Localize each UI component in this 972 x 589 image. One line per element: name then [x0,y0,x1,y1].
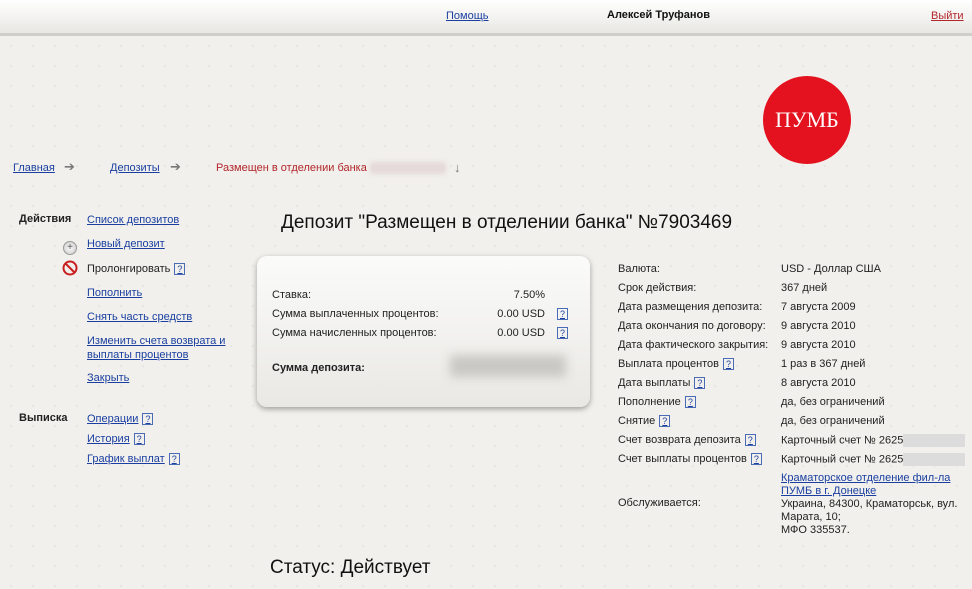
served-label: Обслуживается: [618,497,701,509]
help-icon[interactable]: ? [744,434,756,446]
change-accounts-link[interactable]: Изменить счета возврата и выплаты процен… [87,334,232,362]
help-icon[interactable]: ? [557,327,569,339]
arrow-down-icon[interactable]: ↓ [454,160,461,175]
operations-link[interactable]: Операции [87,413,138,425]
term-value: 367 дней [781,282,828,294]
return-account-value: Карточный счет № 2625 [781,434,966,447]
rate-label: Ставка: [272,289,312,301]
payout-date-item: Дата выплаты? [618,377,706,389]
arrow-right-icon: ➔ [170,159,181,174]
branch-mfo: МФО 335537. [781,524,850,536]
schedule-link[interactable]: График выплат [87,453,165,465]
deposit-status: Статус: Действует [270,557,431,578]
end-date-value: 9 августа 2010 [781,320,856,332]
actions-heading: Действия [19,213,72,225]
prolong-label: Пролонгировать [87,263,171,275]
prohibited-icon [62,260,78,276]
prolong-item: Пролонгировать? [87,262,186,276]
topup-label: Пополнение [618,396,681,408]
interest-account-item: Счет выплаты процентов? [618,453,762,465]
help-icon[interactable]: ? [168,453,180,465]
bank-logo: ПУМБ [763,76,851,164]
deposit-sum-masked [450,355,566,377]
withdraw-label: Снятие [618,415,656,427]
masked-account [903,434,966,447]
breadcrumb-home[interactable]: Главная [13,162,55,174]
new-deposit-link[interactable]: Новый депозит [87,237,165,251]
masked-account [903,453,966,466]
payout-label: Выплата процентов [618,358,720,370]
closed-date-label: Дата фактического закрытия: [618,339,769,351]
close-deposit-link[interactable]: Закрыть [87,371,129,385]
paid-interest-label: Сумма выплаченных процентов: [272,308,439,320]
currency-label: Валюта: [618,263,660,275]
branch-info: Краматорское отделение фил-ла ПУМБ в г. … [781,472,971,537]
return-account-item: Счет возврата депозита? [618,434,756,446]
deposit-sum-label: Сумма депозита: [272,362,365,374]
payout-value: 1 раз в 367 дней [781,358,866,370]
masked-account [369,162,446,175]
withdraw-link[interactable]: Снять часть средств [87,310,192,324]
term-label: Срок действия: [618,282,697,294]
page-title: Депозит "Размещен в отделении банка" №79… [281,212,733,233]
paid-interest-value: 0.00 USD [497,308,545,320]
help-icon[interactable]: ? [659,415,671,427]
help-icon[interactable]: ? [750,453,762,465]
schedule-item: График выплат? [87,452,180,466]
history-item: История? [87,432,145,446]
interest-account-value: Карточный счет № 2625 [781,453,966,466]
rate-value: 7.50% [513,289,545,301]
help-icon[interactable]: ? [133,433,145,445]
accrued-interest-label: Сумма начисленных процентов: [272,327,437,339]
topup-value: да, без ограничений [781,396,885,408]
help-link[interactable]: Помощь [446,10,489,22]
currency-value: USD - Доллар США [781,263,881,275]
placed-date-value: 7 августа 2009 [781,301,856,313]
end-date-label: Дата окончания по договору: [618,320,766,332]
return-account-text: Карточный счет № 2625 [781,434,904,447]
help-icon[interactable]: ? [142,413,154,425]
return-account-label: Счет возврата депозита [618,434,741,446]
help-icon[interactable]: ? [557,308,569,320]
branch-address: Украина, 84300, Краматорськ, вул. Марата… [781,498,958,523]
history-link[interactable]: История [87,433,130,445]
help-icon[interactable]: ? [723,358,735,370]
top-bar: Помощь Алексей Труфанов Выйти [0,0,972,36]
help-icon[interactable]: ? [174,263,186,275]
user-name: Алексей Труфанов [607,9,711,21]
deposit-list-link[interactable]: Список депозитов [87,213,179,227]
breadcrumb-deposits[interactable]: Депозиты [110,162,160,174]
breadcrumb-current-label: Размещен в отделении банка [216,162,367,174]
payout-date-value: 8 августа 2010 [781,377,856,389]
help-icon[interactable]: ? [684,396,696,408]
topup-link[interactable]: Пополнить [87,286,142,300]
payout-item: Выплата процентов? [618,358,735,370]
accrued-interest-value: 0.00 USD [497,327,545,339]
interest-account-label: Счет выплаты процентов [618,453,747,465]
help-icon[interactable]: ? [694,377,706,389]
branch-link[interactable]: Краматорское отделение фил-ла ПУМБ в г. … [781,472,950,497]
breadcrumb-current: Размещен в отделении банка [216,162,446,175]
statement-heading: Выписка [19,412,68,424]
arrow-right-icon: ➔ [64,159,75,174]
interest-account-text: Карточный счет № 2625 [781,453,904,466]
plus-icon: + [63,241,77,255]
withdraw-value: да, без ограничений [781,415,885,427]
logo-text: ПУМБ [775,107,839,132]
withdraw-item: Снятие? [618,415,671,427]
closed-date-value: 9 августа 2010 [781,339,856,351]
payout-date-label: Дата выплаты [618,377,691,389]
topup-item: Пополнение? [618,396,696,408]
deposit-summary-card: Ставка: 7.50% Сумма выплаченных проценто… [257,256,590,407]
placed-date-label: Дата размещения депозита: [618,301,763,313]
operations-item: Операции? [87,412,154,426]
logout-link[interactable]: Выйти [931,10,964,22]
